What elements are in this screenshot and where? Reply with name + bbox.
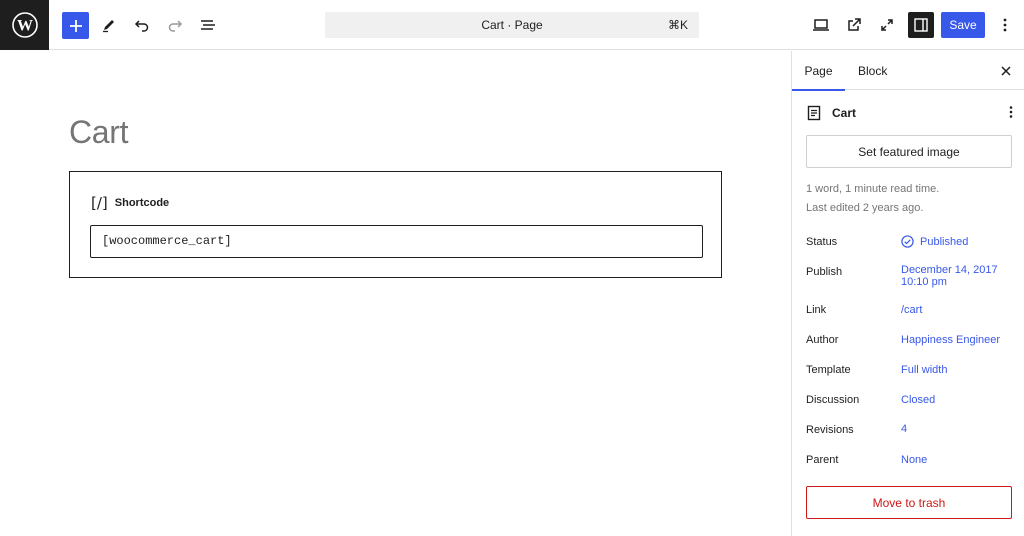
move-to-trash-button[interactable]: Move to trash: [806, 486, 1012, 519]
command-palette-bar[interactable]: Cart · Page ⌘K: [325, 12, 699, 38]
publish-time: 10:10 pm: [901, 276, 947, 288]
view-page-button[interactable]: [840, 11, 868, 39]
parent-value[interactable]: None: [901, 454, 927, 466]
settings-sidebar-toggle[interactable]: [908, 12, 934, 38]
status-label: Status: [806, 236, 838, 248]
discussion-value[interactable]: Closed: [901, 394, 935, 406]
list-view-icon: [201, 20, 215, 30]
shortcode-input[interactable]: [woocommerce_cart]: [90, 225, 703, 258]
template-label: Template: [806, 364, 851, 376]
shortcode-block-label: [/] Shortcode: [91, 194, 169, 212]
status-value[interactable]: Published: [901, 235, 968, 248]
document-actions-button[interactable]: [1009, 105, 1013, 119]
revisions-value[interactable]: 4: [901, 423, 907, 435]
template-value[interactable]: Full width: [901, 364, 947, 376]
shortcode-block-title: Shortcode: [114, 197, 170, 209]
author-label: Author: [806, 334, 839, 346]
keyboard-shortcut: ⌘K: [667, 18, 688, 32]
page-title[interactable]: Cart: [69, 114, 129, 151]
last-edited: Last edited 2 years ago.: [806, 202, 924, 214]
close-sidebar-button[interactable]: [996, 61, 1016, 81]
page-icon: [807, 105, 821, 121]
desktop-preview-icon: [813, 19, 829, 31]
check-circle-icon: [901, 235, 914, 248]
redo-icon: [168, 20, 183, 32]
undo-button[interactable]: [128, 11, 156, 39]
tab-page[interactable]: Page: [792, 51, 845, 91]
undo-icon: [134, 20, 149, 32]
external-link-icon: [848, 18, 861, 31]
tab-block[interactable]: Block: [858, 51, 887, 90]
list-view-button[interactable]: [194, 11, 222, 39]
set-featured-image-button[interactable]: Set featured image: [806, 135, 1012, 168]
publish-date: December 14, 2017: [901, 264, 998, 276]
save-button[interactable]: Save: [941, 12, 985, 38]
revisions-label: Revisions: [806, 424, 854, 436]
fullscreen-button[interactable]: [873, 11, 901, 39]
document-name: Cart: [832, 106, 857, 120]
more-vertical-icon: [1003, 18, 1007, 32]
plus-icon: [69, 19, 82, 32]
document-summary: Cart: [807, 103, 1017, 123]
editor-canvas: Cart [/] Shortcode [woocommerce_cart]: [0, 51, 791, 536]
author-value[interactable]: Happiness Engineer: [901, 334, 1000, 346]
link-value[interactable]: /cart: [901, 304, 922, 316]
reading-time: 1 word, 1 minute read time.: [806, 183, 940, 195]
sidebar-tabs: Page Block: [792, 51, 1024, 91]
add-block-button[interactable]: [62, 12, 89, 39]
discussion-label: Discussion: [806, 394, 860, 406]
sidebar-toggle-icon: [914, 18, 928, 32]
shortcode-block[interactable]: [/] Shortcode [woocommerce_cart]: [69, 171, 722, 278]
redo-button[interactable]: [161, 11, 189, 39]
pencil-icon: [103, 20, 114, 33]
svg-text:W: W: [17, 18, 33, 35]
tools-button[interactable]: [95, 11, 123, 39]
parent-label: Parent: [806, 454, 839, 466]
shortcode-icon: [/]: [91, 194, 108, 212]
preview-button[interactable]: [807, 11, 835, 39]
more-vertical-icon: [1009, 106, 1013, 118]
document-title: Cart · Page: [481, 18, 543, 32]
close-icon: [1001, 66, 1011, 76]
settings-sidebar: Page Block Cart Set featured image 1 wor…: [791, 51, 1024, 536]
wordpress-logo-icon[interactable]: W: [0, 0, 49, 50]
fullscreen-icon: [881, 19, 893, 31]
options-menu-button[interactable]: [991, 11, 1019, 39]
editor-header: W Cart · Page ⌘K Save: [0, 0, 1024, 50]
link-label: Link: [806, 304, 827, 316]
status-value-text: Published: [920, 235, 969, 248]
publish-value[interactable]: December 14, 2017 10:10 pm: [901, 264, 998, 288]
publish-label: Publish: [806, 266, 843, 278]
